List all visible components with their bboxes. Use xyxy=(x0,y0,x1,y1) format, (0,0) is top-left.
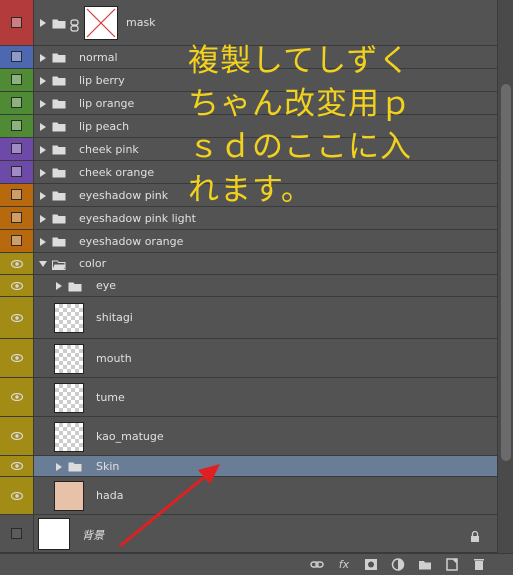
delete-layer-icon[interactable] xyxy=(472,558,486,571)
annotation-arrow xyxy=(119,464,220,548)
layers-panel: mask normal lip berry lip orange lip peach ch… xyxy=(0,0,513,575)
fx-icon[interactable]: fx xyxy=(337,558,351,571)
new-group-icon[interactable] xyxy=(418,558,432,571)
new-layer-icon[interactable] xyxy=(445,558,459,571)
layers-bottom-toolbar: fx xyxy=(0,553,513,575)
add-mask-icon[interactable] xyxy=(364,558,378,571)
link-layers-icon[interactable] xyxy=(310,558,324,571)
adjustment-layer-icon[interactable] xyxy=(391,558,405,571)
